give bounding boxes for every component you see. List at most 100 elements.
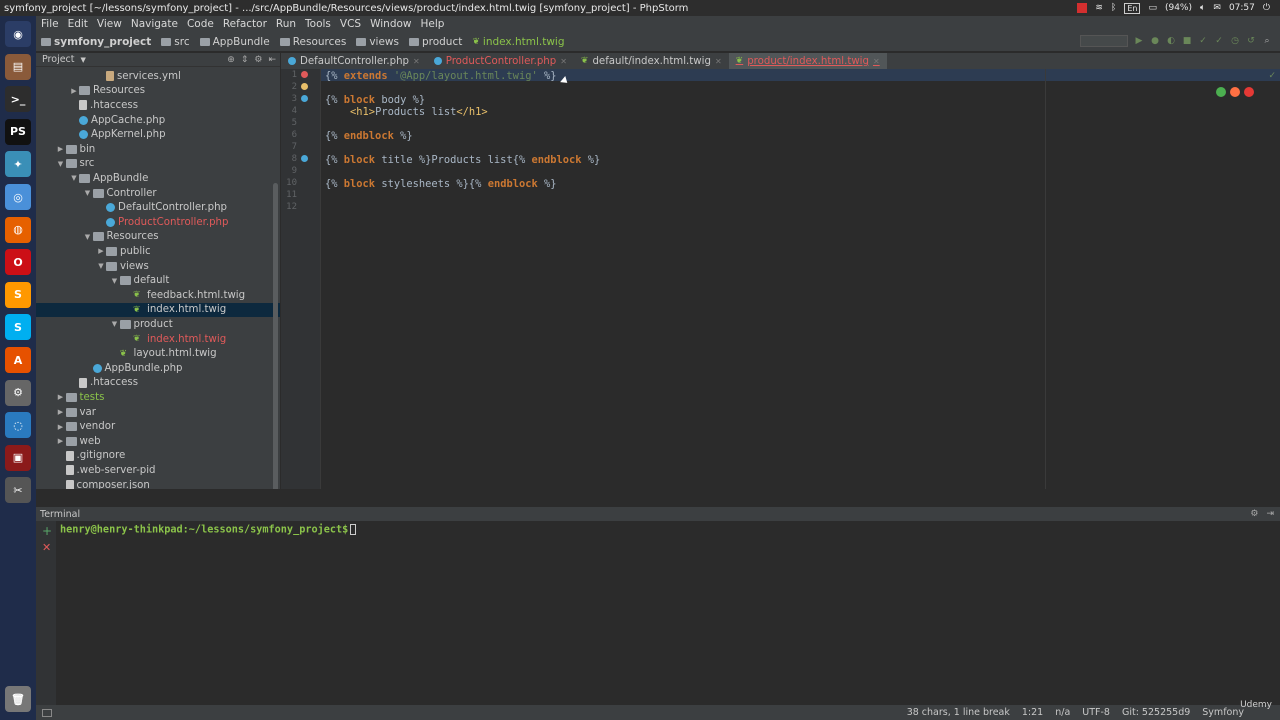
editor-tab[interactable]: ProductController.php ✕: [427, 53, 574, 69]
collapsed-arrow-icon[interactable]: ▶: [56, 408, 66, 416]
locate-icon[interactable]: ⊕: [227, 55, 235, 65]
history-icon[interactable]: ◷: [1230, 36, 1240, 46]
breadcrumb-item[interactable]: symfony_project: [36, 36, 156, 48]
breadcrumb-item[interactable]: product: [404, 36, 467, 48]
sublime-icon[interactable]: S: [5, 281, 31, 308]
opera-icon[interactable]: O: [5, 249, 31, 276]
lightbulb-icon[interactable]: [301, 83, 308, 90]
menu-navigate[interactable]: Navigate: [131, 18, 178, 30]
editor-gutter[interactable]: 1 2 3 4 5 6 7 8 9 10 11 12: [281, 69, 321, 489]
app-icon[interactable]: ▣: [5, 444, 31, 471]
tree-item[interactable]: ❦ layout.html.twig: [36, 346, 280, 361]
inspection-ok-icon[interactable]: ✓: [1268, 71, 1276, 81]
files-icon[interactable]: ▤: [5, 53, 31, 80]
menu-refactor[interactable]: Refactor: [223, 18, 267, 30]
tree-item[interactable]: .htaccess: [36, 376, 280, 391]
line-separator[interactable]: n/a: [1055, 707, 1070, 718]
tree-item[interactable]: .gitignore: [36, 449, 280, 464]
code-line[interactable]: {% endblock %}: [325, 130, 413, 142]
menu-tools[interactable]: Tools: [305, 18, 331, 30]
expanded-arrow-icon[interactable]: ▼: [110, 320, 120, 328]
breadcrumb-item[interactable]: AppBundle: [195, 36, 275, 48]
caret-position[interactable]: 1:21: [1022, 707, 1043, 718]
editor-tab[interactable]: ❦ default/index.html.twig ✕: [574, 53, 729, 69]
expanded-arrow-icon[interactable]: ▼: [96, 262, 106, 270]
code-line[interactable]: {% block body %}: [325, 94, 425, 106]
mail-icon[interactable]: ✉: [1213, 3, 1221, 13]
tree-item[interactable]: AppBundle.php: [36, 361, 280, 376]
tree-item[interactable]: ▶ bin: [36, 142, 280, 157]
tree-item[interactable]: ProductController.php: [36, 215, 280, 230]
menu-help[interactable]: Help: [421, 18, 445, 30]
terminal-icon[interactable]: >_: [5, 86, 31, 113]
firefox-icon[interactable]: ◍: [5, 216, 31, 243]
tree-item[interactable]: ▼ views: [36, 259, 280, 274]
run-config-select[interactable]: [1080, 35, 1128, 47]
stop-icon[interactable]: ■: [1182, 36, 1192, 46]
override-marker-icon[interactable]: [301, 155, 308, 162]
editor-tab[interactable]: DefaultController.php ✕: [281, 53, 427, 69]
skype-icon[interactable]: S: [5, 314, 31, 341]
firefox-icon[interactable]: [1230, 87, 1240, 97]
menu-code[interactable]: Code: [187, 18, 214, 30]
tool-windows-icon[interactable]: [42, 708, 52, 717]
trash-icon[interactable]: 🗑︎: [5, 686, 31, 712]
tree-item[interactable]: ▼ AppBundle: [36, 171, 280, 186]
tree-item[interactable]: .htaccess: [36, 98, 280, 113]
expanded-arrow-icon[interactable]: ▼: [56, 160, 66, 168]
close-tab-icon[interactable]: ✕: [715, 57, 722, 66]
tree-item[interactable]: ▼ default: [36, 273, 280, 288]
editor-tab[interactable]: ❦ product/index.html.twig ✕: [728, 53, 887, 69]
close-tab-icon[interactable]: ✕: [873, 57, 880, 66]
collapsed-arrow-icon[interactable]: ▶: [56, 437, 66, 445]
tree-item[interactable]: .web-server-pid: [36, 463, 280, 478]
tree-item[interactable]: ▼ Resources: [36, 230, 280, 245]
expanded-arrow-icon[interactable]: ▼: [83, 233, 93, 241]
project-scrollbar[interactable]: [273, 183, 278, 507]
opera-icon[interactable]: [1244, 87, 1254, 97]
tree-item[interactable]: ❦ index.html.twig: [36, 302, 280, 318]
power-icon[interactable]: ⏻: [1263, 3, 1270, 13]
expanded-arrow-icon[interactable]: ▼: [83, 189, 93, 197]
coverage-icon[interactable]: ◐: [1166, 36, 1176, 46]
record-indicator-icon[interactable]: [1077, 3, 1088, 13]
phpstorm-icon[interactable]: PS: [5, 118, 31, 145]
close-tab-icon[interactable]: ✕: [413, 57, 420, 66]
hide-icon[interactable]: ⇥: [1266, 509, 1274, 519]
terminal-panel[interactable]: + ✕ henry@henry-thinkpad:~/lessons/symfo…: [36, 521, 1280, 705]
close-session-icon[interactable]: ✕: [42, 541, 51, 554]
tree-item[interactable]: DefaultController.php: [36, 200, 280, 215]
error-marker-icon[interactable]: [301, 71, 308, 78]
gitkraken-icon[interactable]: ✦: [5, 151, 31, 178]
debug-icon[interactable]: ●: [1150, 36, 1160, 46]
code-editor[interactable]: 1 2 3 4 5 6 7 8 9 10 11 12 {% extends '@App/layout.…: [281, 69, 1280, 489]
collapsed-arrow-icon[interactable]: ▶: [56, 423, 66, 431]
new-session-icon[interactable]: +: [42, 524, 52, 538]
tree-item[interactable]: ▼ src: [36, 157, 280, 172]
vcs-update-icon[interactable]: ✓: [1198, 36, 1208, 46]
menu-file[interactable]: File: [41, 18, 59, 30]
menu-view[interactable]: View: [97, 18, 122, 30]
software-center-icon[interactable]: A: [5, 347, 31, 373]
chrome-icon[interactable]: [1216, 87, 1226, 97]
menu-vcs[interactable]: VCS: [340, 18, 361, 30]
browser-icon[interactable]: ◌: [5, 412, 31, 439]
tree-item[interactable]: AppKernel.php: [36, 127, 280, 142]
chevron-down-icon[interactable]: ▼: [81, 56, 86, 64]
menu-run[interactable]: Run: [276, 18, 296, 30]
expanded-arrow-icon[interactable]: ▼: [110, 277, 120, 285]
code-line[interactable]: <h1>Products list</h1>: [325, 106, 488, 118]
keyboard-layout[interactable]: En: [1124, 2, 1141, 14]
search-icon[interactable]: ⌕: [1262, 36, 1272, 46]
collapsed-arrow-icon[interactable]: ▶: [56, 393, 66, 401]
collapsed-arrow-icon[interactable]: ▶: [69, 87, 79, 95]
screenshot-icon[interactable]: ✂: [5, 477, 31, 504]
hide-icon[interactable]: ⇤: [268, 55, 276, 65]
run-icon[interactable]: ▶: [1134, 36, 1144, 46]
tree-item[interactable]: services.yml: [36, 69, 280, 84]
expanded-arrow-icon[interactable]: ▼: [69, 174, 79, 182]
gear-icon[interactable]: ⚙: [1250, 509, 1258, 519]
tree-item[interactable]: ▼ product: [36, 317, 280, 332]
menu-edit[interactable]: Edit: [68, 18, 88, 30]
gear-icon[interactable]: ⚙: [254, 55, 262, 65]
